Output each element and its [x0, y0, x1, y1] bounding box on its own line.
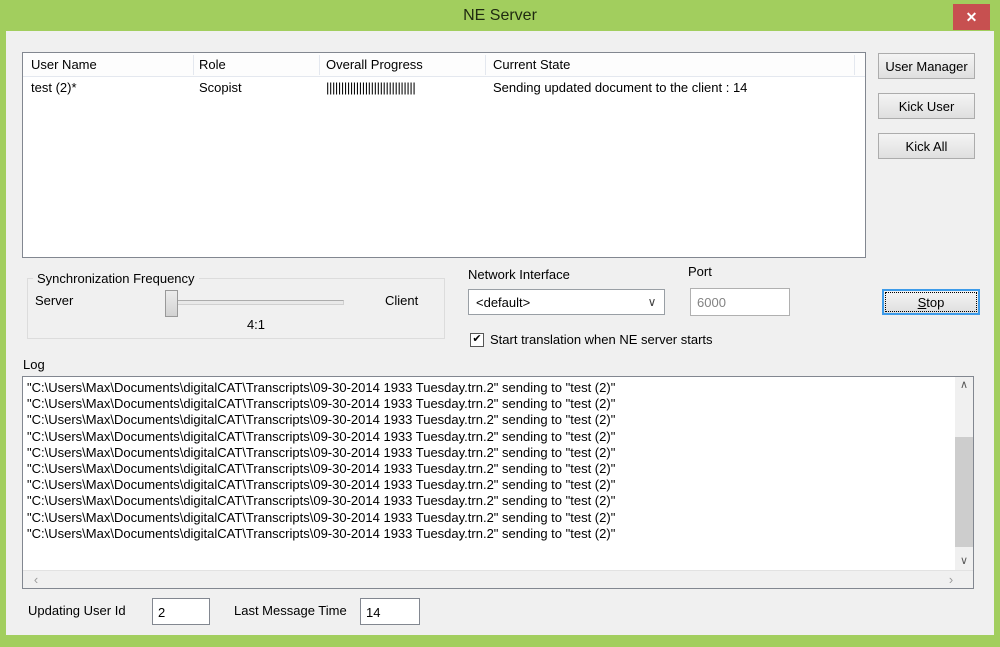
scroll-left-icon[interactable]: ‹: [27, 571, 45, 589]
sync-slider-track[interactable]: [168, 300, 344, 305]
client-label: Client: [385, 293, 418, 308]
user-table-header: User Name Role Overall Progress Current …: [23, 53, 865, 77]
vertical-scrollbar-thumb[interactable]: [955, 437, 973, 547]
network-interface-label: Network Interface: [468, 267, 570, 282]
column-divider: [319, 55, 320, 75]
server-label: Server: [35, 293, 73, 308]
last-message-time-field[interactable]: [360, 598, 420, 625]
sync-ratio-value: 4:1: [216, 317, 296, 332]
autostart-checkbox[interactable]: ✔ Start translation when NE server start…: [470, 332, 713, 347]
autostart-checkbox-label: Start translation when NE server starts: [490, 332, 713, 347]
column-header-overall-progress[interactable]: Overall Progress: [326, 57, 423, 72]
cell-current-state: Sending updated document to the client :…: [493, 80, 747, 95]
log-text: "C:\Users\Max\Documents\digitalCAT\Trans…: [27, 380, 951, 566]
network-interface-dropdown[interactable]: <default> ∨: [468, 289, 665, 315]
log-label: Log: [23, 357, 45, 372]
network-interface-selected: <default>: [469, 295, 640, 310]
user-table[interactable]: User Name Role Overall Progress Current …: [22, 52, 866, 258]
last-message-time-label: Last Message Time: [234, 603, 347, 618]
user-manager-button[interactable]: User Manager: [878, 53, 975, 79]
stop-button[interactable]: Stop: [882, 289, 980, 315]
sync-slider-thumb[interactable]: [165, 290, 178, 317]
dialog-content: User Name Role Overall Progress Current …: [6, 31, 994, 635]
scroll-up-icon[interactable]: ∧: [955, 377, 973, 394]
column-divider: [193, 55, 194, 75]
window-title: NE Server: [463, 7, 537, 25]
ne-server-window: NE Server ✕ User Name Role Overall Progr…: [0, 0, 1000, 647]
title-bar: NE Server: [0, 0, 1000, 31]
kick-user-button[interactable]: Kick User: [878, 93, 975, 119]
column-header-role[interactable]: Role: [199, 57, 226, 72]
scroll-down-icon[interactable]: ∨: [955, 553, 973, 570]
cell-role: Scopist: [199, 80, 242, 95]
port-label: Port: [688, 264, 712, 279]
close-icon: ✕: [966, 9, 978, 26]
port-field[interactable]: [690, 288, 790, 316]
kick-all-button[interactable]: Kick All: [878, 133, 975, 159]
sync-frequency-group-label: Synchronization Frequency: [33, 271, 199, 286]
log-box[interactable]: "C:\Users\Max\Documents\digitalCAT\Trans…: [22, 376, 974, 589]
stop-button-label: Stop: [884, 295, 978, 310]
scroll-right-icon[interactable]: ›: [942, 571, 960, 589]
checkbox-checked-icon: ✔: [470, 333, 484, 347]
chevron-down-icon: ∨: [640, 295, 664, 309]
check-icon: ✔: [472, 334, 481, 345]
column-divider: [485, 55, 486, 75]
updating-user-id-label: Updating User Id: [28, 603, 126, 618]
cell-overall-progress: ||||||||||||||||||||||||||||||: [326, 80, 415, 95]
updating-user-id-field[interactable]: [152, 598, 210, 625]
log-vertical-scrollbar[interactable]: ∧ ∨: [955, 377, 973, 570]
column-header-current-state[interactable]: Current State: [493, 57, 570, 72]
table-row[interactable]: test (2)* Scopist ||||||||||||||||||||||…: [23, 80, 865, 98]
cell-user-name: test (2)*: [31, 80, 77, 95]
close-button[interactable]: ✕: [953, 4, 990, 30]
log-horizontal-scrollbar[interactable]: ‹ ›: [23, 570, 973, 588]
column-divider: [854, 55, 855, 75]
column-header-user-name[interactable]: User Name: [31, 57, 97, 72]
